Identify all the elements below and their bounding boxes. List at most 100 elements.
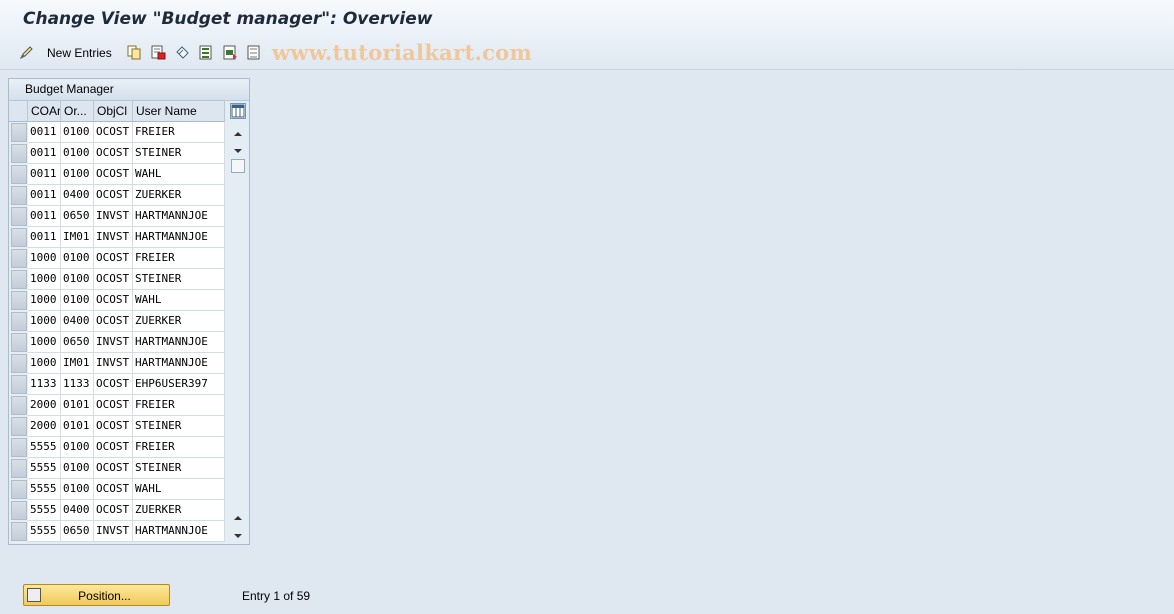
row-selector[interactable] — [11, 270, 27, 289]
column-header-user-name[interactable]: User Name — [133, 101, 225, 122]
cell-objcl[interactable]: OCOST — [94, 311, 133, 332]
cell-objcl[interactable]: OCOST — [94, 437, 133, 458]
cell-objcl[interactable]: INVST — [94, 521, 133, 542]
copy-icon[interactable] — [127, 45, 142, 60]
cell-objcl[interactable]: OCOST — [94, 248, 133, 269]
cell-coar[interactable]: 1133 — [28, 374, 61, 395]
cell-org[interactable]: 0101 — [61, 416, 94, 437]
cell-objcl[interactable]: OCOST — [94, 374, 133, 395]
cell-org[interactable]: 0650 — [61, 206, 94, 227]
cell-objcl[interactable]: OCOST — [94, 185, 133, 206]
cell-org[interactable]: 0101 — [61, 395, 94, 416]
cell-coar[interactable]: 1000 — [28, 290, 61, 311]
cell-user-name[interactable]: HARTMANNJOE — [133, 227, 225, 248]
cell-coar[interactable]: 0011 — [28, 164, 61, 185]
cell-org[interactable]: 0650 — [61, 521, 94, 542]
cell-org[interactable]: 0100 — [61, 143, 94, 164]
cell-coar[interactable]: 1000 — [28, 248, 61, 269]
undo-icon[interactable] — [175, 45, 190, 60]
cell-objcl[interactable]: OCOST — [94, 500, 133, 521]
cell-org[interactable]: IM01 — [61, 353, 94, 374]
cell-coar[interactable]: 1000 — [28, 269, 61, 290]
cell-user-name[interactable]: STEINER — [133, 416, 225, 437]
row-selector[interactable] — [11, 123, 27, 142]
cell-org[interactable]: 0100 — [61, 269, 94, 290]
cell-user-name[interactable]: STEINER — [133, 269, 225, 290]
cell-objcl[interactable]: OCOST — [94, 395, 133, 416]
cell-coar[interactable]: 5555 — [28, 521, 61, 542]
row-selector[interactable] — [11, 165, 27, 184]
column-header-coar[interactable]: COAr — [28, 101, 61, 122]
cell-objcl[interactable]: OCOST — [94, 122, 133, 143]
cell-user-name[interactable]: ZUERKER — [133, 500, 225, 521]
row-selector[interactable] — [11, 354, 27, 373]
cell-coar[interactable]: 0011 — [28, 122, 61, 143]
position-button[interactable]: Position... — [23, 584, 170, 606]
deselect-all-icon[interactable] — [247, 45, 262, 60]
cell-user-name[interactable]: WAHL — [133, 479, 225, 500]
cell-coar[interactable]: 5555 — [28, 479, 61, 500]
row-selector[interactable] — [11, 291, 27, 310]
cell-org[interactable]: IM01 — [61, 227, 94, 248]
cell-org[interactable]: 0100 — [61, 290, 94, 311]
row-selector[interactable] — [11, 501, 27, 520]
cell-org[interactable]: 1133 — [61, 374, 94, 395]
select-block-icon[interactable] — [223, 45, 238, 60]
cell-user-name[interactable]: EHP6USER397 — [133, 374, 225, 395]
cell-user-name[interactable]: FREIER — [133, 395, 225, 416]
cell-objcl[interactable]: OCOST — [94, 269, 133, 290]
cell-objcl[interactable]: INVST — [94, 227, 133, 248]
scroll-thumb[interactable] — [231, 159, 245, 173]
select-all-icon[interactable] — [199, 45, 214, 60]
cell-org[interactable]: 0100 — [61, 122, 94, 143]
row-selector[interactable] — [11, 438, 27, 457]
row-selector[interactable] — [11, 207, 27, 226]
row-selector[interactable] — [11, 144, 27, 163]
row-selector[interactable] — [11, 333, 27, 352]
row-selector[interactable] — [11, 396, 27, 415]
cell-user-name[interactable]: HARTMANNJOE — [133, 206, 225, 227]
cell-user-name[interactable]: HARTMANNJOE — [133, 521, 225, 542]
column-header-objcl[interactable]: ObjCl — [94, 101, 133, 122]
cell-org[interactable]: 0100 — [61, 458, 94, 479]
cell-coar[interactable]: 5555 — [28, 437, 61, 458]
cell-coar[interactable]: 5555 — [28, 458, 61, 479]
cell-user-name[interactable]: HARTMANNJOE — [133, 332, 225, 353]
cell-objcl[interactable]: INVST — [94, 353, 133, 374]
scroll-down-icon[interactable] — [233, 144, 243, 153]
row-selector[interactable] — [11, 312, 27, 331]
cell-coar[interactable]: 1000 — [28, 311, 61, 332]
cell-user-name[interactable]: FREIER — [133, 248, 225, 269]
cell-user-name[interactable]: ZUERKER — [133, 185, 225, 206]
row-selector[interactable] — [11, 186, 27, 205]
cell-coar[interactable]: 2000 — [28, 395, 61, 416]
cell-user-name[interactable]: STEINER — [133, 458, 225, 479]
cell-objcl[interactable]: OCOST — [94, 290, 133, 311]
cell-coar[interactable]: 0011 — [28, 185, 61, 206]
cell-objcl[interactable]: OCOST — [94, 164, 133, 185]
change-display-icon[interactable] — [19, 45, 34, 60]
cell-user-name[interactable]: ZUERKER — [133, 311, 225, 332]
cell-user-name[interactable]: WAHL — [133, 290, 225, 311]
cell-coar[interactable]: 1000 — [28, 332, 61, 353]
cell-org[interactable]: 0400 — [61, 500, 94, 521]
cell-user-name[interactable]: FREIER — [133, 437, 225, 458]
cell-coar[interactable]: 1000 — [28, 353, 61, 374]
column-header-org[interactable]: Or... — [61, 101, 94, 122]
cell-objcl[interactable]: OCOST — [94, 143, 133, 164]
cell-org[interactable]: 0100 — [61, 437, 94, 458]
cell-coar[interactable]: 0011 — [28, 206, 61, 227]
row-selector[interactable] — [11, 480, 27, 499]
row-selector[interactable] — [11, 228, 27, 247]
cell-org[interactable]: 0100 — [61, 248, 94, 269]
cell-org[interactable]: 0400 — [61, 185, 94, 206]
scroll-up-icon[interactable] — [233, 127, 243, 136]
cell-coar[interactable]: 0011 — [28, 143, 61, 164]
cell-org[interactable]: 0400 — [61, 311, 94, 332]
delete-icon[interactable] — [151, 45, 166, 60]
cell-org[interactable]: 0650 — [61, 332, 94, 353]
row-selector[interactable] — [11, 249, 27, 268]
table-settings-icon[interactable] — [230, 103, 246, 119]
page-down-icon[interactable] — [233, 529, 243, 538]
row-selector[interactable] — [11, 459, 27, 478]
